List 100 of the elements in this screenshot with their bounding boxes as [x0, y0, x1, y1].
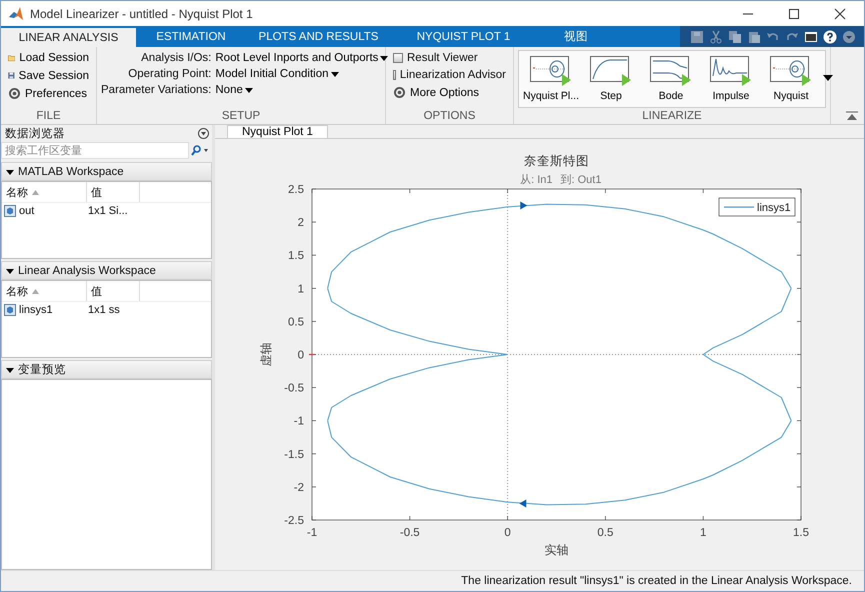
- chart-subtitle-from: 从: In1: [520, 174, 552, 186]
- variable-value: 1x1 ss: [88, 304, 120, 316]
- y-tick-label: 0.5: [288, 316, 304, 328]
- search-icon: [191, 145, 209, 156]
- help-icon[interactable]: [823, 30, 837, 44]
- search-field[interactable]: 搜索工作区变量: [1, 142, 189, 159]
- y-tick-label: 2.5: [288, 184, 304, 196]
- window-layout-icon[interactable]: [804, 30, 818, 44]
- y-tick-label: 1.5: [288, 250, 304, 262]
- maximize-icon[interactable]: [788, 8, 800, 20]
- plot-type-button[interactable]: Step: [583, 53, 639, 105]
- variable-icon: [4, 205, 16, 217]
- variable-row[interactable]: out 1x1 Si...: [2, 203, 211, 219]
- legend-label: linsys1: [757, 202, 791, 214]
- section-header[interactable]: 变量预览: [1, 360, 212, 379]
- dropdown-button[interactable]: Model Initial Condition: [215, 68, 339, 80]
- panel-menu-icon[interactable]: [198, 128, 209, 138]
- caret-icon: [244, 88, 253, 92]
- ribbon-tab[interactable]: ESTIMATION: [136, 26, 246, 47]
- y-tick-label: 2: [298, 217, 304, 230]
- save-icon[interactable]: [690, 30, 704, 44]
- caret-icon: [330, 72, 339, 76]
- toolstrip-button[interactable]: Preferences: [5, 85, 92, 102]
- ribbon-tab[interactable]: PLOTS AND RESULTS: [246, 26, 391, 47]
- close-icon[interactable]: [834, 8, 846, 20]
- column-header[interactable]: 名称: [2, 281, 87, 301]
- y-tick-label: 0: [298, 350, 304, 362]
- gallery-expand-icon[interactable]: [823, 75, 833, 81]
- direction-arrow: [520, 202, 528, 210]
- x-tick-label: -0.5: [400, 527, 420, 539]
- plot-thumbnail-icon: [710, 56, 752, 86]
- column-header[interactable]: 值: [87, 281, 140, 301]
- direction-arrow: [519, 499, 526, 508]
- expand-triangle-icon[interactable]: [6, 168, 14, 176]
- panel-title: 数据浏览器: [5, 126, 65, 140]
- toolstrip-button[interactable]: Save Session: [5, 67, 92, 84]
- plot-type-button[interactable]: Impulse: [703, 53, 759, 105]
- ribbon-tab[interactable]: LINEAR ANALYSIS: [1, 28, 136, 47]
- x-tick-label: 1.5: [793, 527, 809, 539]
- ribbon-tab[interactable]: NYQUIST PLOT 1: [391, 26, 536, 47]
- x-axis-label: 实轴: [544, 543, 568, 557]
- field-label: Operating Point:: [127, 68, 212, 80]
- checkbox[interactable]: Linearization Advisor: [390, 67, 509, 83]
- y-tick-label: -1: [294, 416, 304, 428]
- expand-triangle-icon[interactable]: [6, 366, 14, 374]
- section-header[interactable]: Linear Analysis Workspace: [1, 261, 212, 280]
- document-tab[interactable]: Nyquist Plot 1: [227, 125, 328, 138]
- field-label: Analysis I/Os:: [140, 52, 212, 64]
- plot-type-button[interactable]: Nyquist Pl...: [523, 53, 579, 105]
- paste-icon[interactable]: [747, 30, 761, 44]
- chart-subtitle-to: 到: Out1: [560, 174, 602, 186]
- ribbon-tab[interactable]: 视图: [536, 26, 616, 47]
- more-options-button[interactable]: More Options: [390, 84, 509, 101]
- column-header[interactable]: 值: [87, 182, 140, 202]
- gear-icon: [8, 87, 21, 100]
- status-message: The linearization result "linsys1" is created in the Linear Analysis Workspace.: [461, 575, 852, 587]
- x-tick-label: 1: [700, 527, 706, 539]
- section-label: LINEARIZE: [641, 110, 703, 124]
- section-label: FILE: [35, 110, 62, 124]
- plot-type-button[interactable]: Nyquist: [763, 53, 819, 105]
- variable-name: out: [19, 205, 34, 217]
- x-tick-label: -1: [306, 527, 318, 539]
- y-tick-label: 1: [298, 283, 304, 296]
- x-tick-label: 0: [504, 527, 511, 539]
- y-tick-label: -2: [294, 482, 304, 494]
- app-logo-icon: [8, 6, 24, 22]
- variable-row[interactable]: linsys1 1x1 ss: [2, 302, 211, 318]
- y-axis-label: 虚轴: [259, 342, 273, 366]
- plot-thumbnail-icon: [650, 56, 692, 86]
- section-label: OPTIONS: [422, 110, 476, 124]
- gear-icon: [393, 86, 406, 99]
- copy-icon[interactable]: [728, 30, 742, 44]
- plot-thumbnail-icon: [590, 56, 632, 86]
- column-header[interactable]: 名称: [2, 182, 87, 202]
- collapse-toolstrip-icon[interactable]: [846, 111, 858, 121]
- dropdown-button[interactable]: None: [215, 84, 253, 96]
- y-tick-label: -0.5: [284, 382, 304, 395]
- dropdown-button[interactable]: Root Level Inports and Outports: [215, 52, 388, 64]
- window-title: Model Linearizer - untitled - Nyquist Plot 1: [30, 6, 253, 20]
- chart-legend: linsys1: [718, 198, 796, 216]
- variable-value: 1x1 Si...: [88, 205, 128, 217]
- expand-triangle-icon[interactable]: [6, 266, 14, 274]
- section-header[interactable]: MATLAB Workspace: [1, 162, 212, 181]
- toolstrip-button[interactable]: Load Session: [5, 50, 92, 66]
- caret-icon: [380, 56, 388, 60]
- field-label: Parameter Variations:: [101, 84, 212, 96]
- variable-name: linsys1: [19, 304, 53, 316]
- x-tick-label: 0.5: [597, 527, 614, 539]
- chart-title: 奈奎斯特图: [524, 154, 589, 168]
- variable-icon: [4, 304, 16, 316]
- checkbox[interactable]: Result Viewer: [390, 50, 509, 66]
- y-tick-label: -2.5: [284, 515, 304, 527]
- y-tick-label: -1.5: [284, 448, 304, 461]
- plot-type-button[interactable]: Bode: [643, 53, 699, 105]
- dropdown-icon[interactable]: [842, 30, 856, 44]
- cut-icon[interactable]: [709, 30, 723, 44]
- section-label: SETUP: [220, 110, 262, 124]
- plot-thumbnail-icon: [530, 56, 572, 86]
- plot-thumbnail-icon: [770, 56, 812, 86]
- critical-point-marker: [309, 354, 315, 356]
